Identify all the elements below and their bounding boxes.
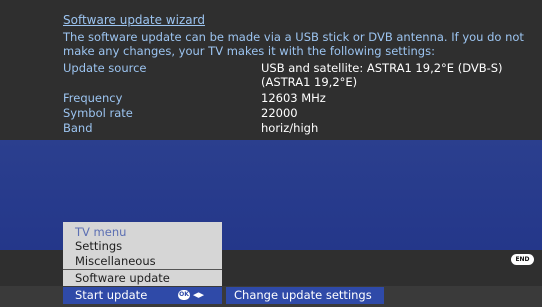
menu-item-software-update[interactable]: Software update <box>75 271 170 285</box>
change-update-settings-label: Change update settings <box>234 288 372 302</box>
wizard-intro: The software update can be made via a US… <box>63 30 524 58</box>
update-source-label: Update source <box>63 61 147 75</box>
navigate-arrows-icon: ◂▸ <box>193 288 205 301</box>
change-update-settings-button[interactable]: Change update settings <box>226 287 384 304</box>
wizard-title[interactable]: Software update wizard <box>63 13 205 27</box>
tv-menu: TV menu Settings Miscellaneous Software … <box>63 222 222 286</box>
start-update-label: Start update <box>75 288 148 302</box>
end-key-icon[interactable]: END <box>511 254 534 265</box>
frequency-label: Frequency <box>63 91 123 105</box>
menu-item-settings[interactable]: Settings <box>75 239 122 253</box>
band-label: Band <box>63 121 93 135</box>
frequency-value: 12603 MHz <box>261 91 326 105</box>
menu-divider <box>63 269 222 270</box>
band-value: horiz/high <box>261 121 319 135</box>
tv-menu-title: TV menu <box>75 225 127 239</box>
menu-item-miscellaneous[interactable]: Miscellaneous <box>75 254 156 268</box>
update-source-value: USB and satellite: ASTRA1 19,2°E (DVB-S)… <box>261 61 503 89</box>
ok-button-icon: OK <box>178 290 190 300</box>
menu-item-start-update[interactable]: Start update OK ◂▸ <box>63 287 222 304</box>
symbol-rate-value: 22000 <box>261 106 298 120</box>
symbol-rate-label: Symbol rate <box>63 106 133 120</box>
